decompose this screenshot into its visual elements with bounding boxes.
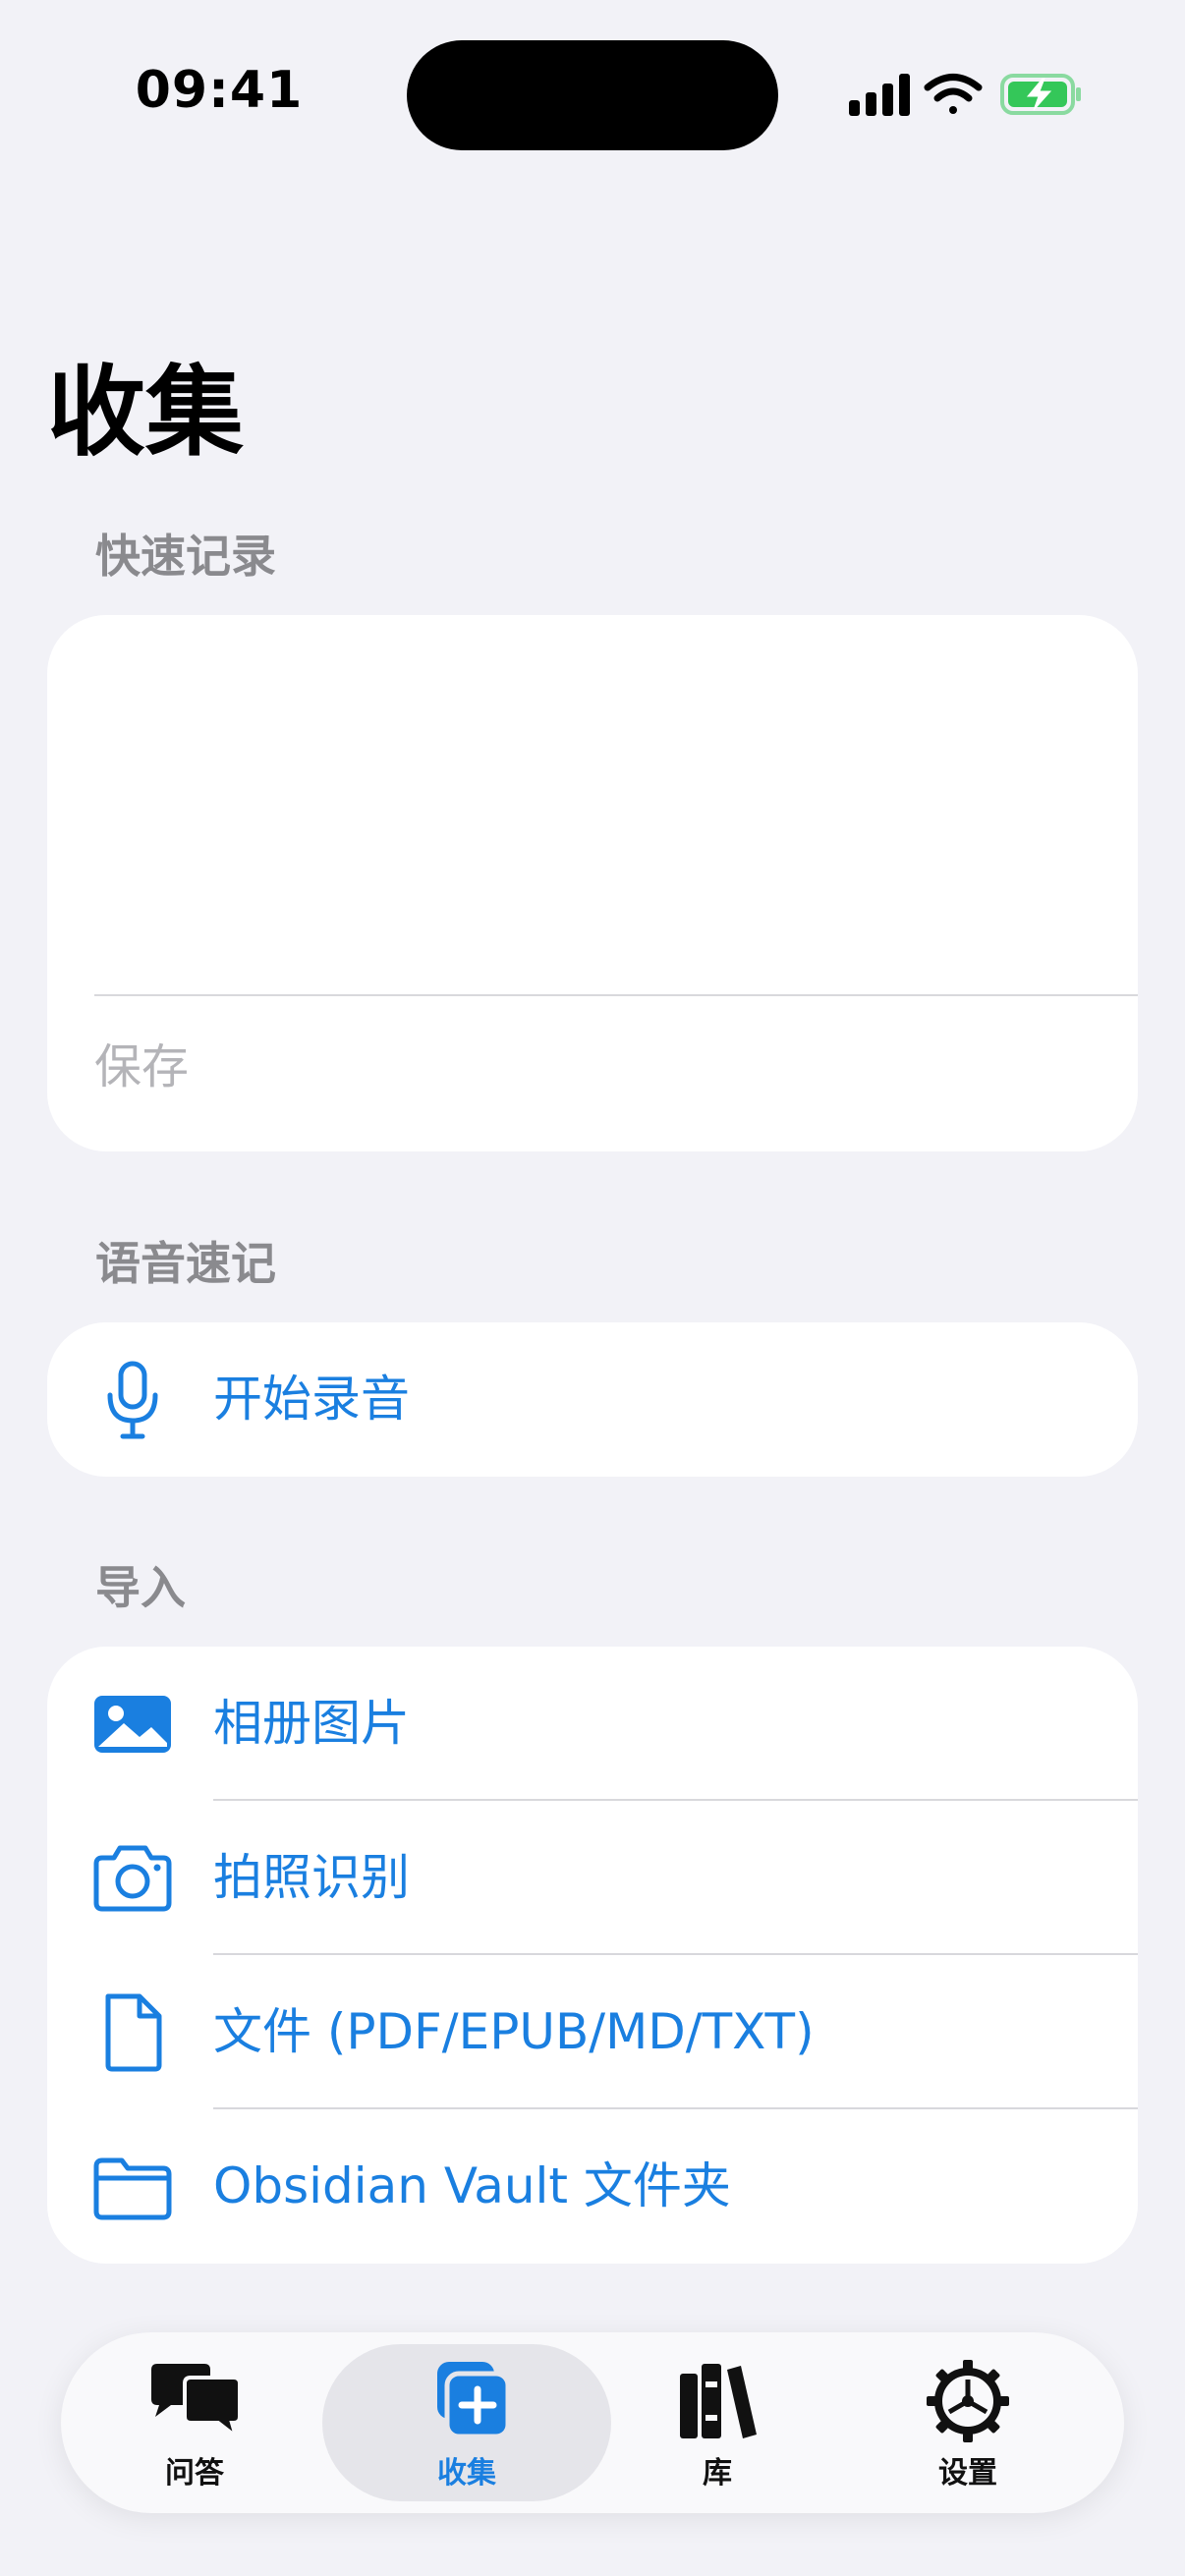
camera-icon [93,1845,172,1912]
status-time: 09:41 [135,61,304,120]
tab-qa[interactable]: 问答 [70,2332,319,2513]
import-card: 相册图片 拍照识别 文件 (PDF/EPUB/MD/TXT) Obsidian … [47,1647,1138,2264]
wifi-icon [924,74,983,114]
start-recording-button[interactable]: 开始录音 [47,1322,1138,1477]
collect-screen: 09:41 收集 快速记录 保存 语音速记 开始录音 导入 相册图片 拍照识别 … [0,0,1185,2576]
quick-note-divider [94,994,1138,996]
import-file-row[interactable]: 文件 (PDF/EPUB/MD/TXT) [47,1955,1138,2109]
tab-label: 库 [703,2456,732,2491]
microphone-icon [107,1361,158,1439]
add-collection-icon [437,2362,511,2439]
import-header: 导入 [95,1561,186,1614]
document-icon [105,1993,162,2072]
import-camera-row[interactable]: 拍照识别 [47,1801,1138,1955]
tab-collect[interactable]: 收集 [342,2332,592,2513]
photo-icon [94,1696,171,1753]
import-file-label: 文件 (PDF/EPUB/MD/TXT) [213,2003,815,2060]
tab-bar: 问答 收集 库 设置 [61,2332,1124,2513]
import-photo-row[interactable]: 相册图片 [47,1647,1138,1801]
start-recording-label: 开始录音 [213,1371,410,1428]
status-icons [849,74,1081,116]
tab-label: 设置 [938,2456,997,2491]
library-books-icon [680,2364,757,2438]
page-title: 收集 [47,355,244,470]
tab-label: 问答 [165,2456,224,2491]
quick-note-textarea[interactable] [94,615,1091,994]
voice-note-header: 语音速记 [95,1237,276,1290]
import-photo-label: 相册图片 [213,1695,410,1752]
import-obsidian-label: Obsidian Vault 文件夹 [213,2157,731,2214]
battery-charging-icon [1000,74,1081,115]
folder-icon [93,2157,172,2220]
import-camera-label: 拍照识别 [213,1849,410,1906]
voice-note-card: 开始录音 [47,1322,1138,1477]
quick-note-header: 快速记录 [95,530,276,583]
save-button[interactable]: 保存 [94,1037,189,1096]
tab-label: 收集 [437,2456,496,2491]
gear-icon [927,2360,1009,2442]
tab-library[interactable]: 库 [592,2332,842,2513]
dynamic-island [407,40,778,150]
cellular-signal-icon [849,74,910,116]
chat-bubbles-icon [151,2364,242,2442]
tab-settings[interactable]: 设置 [843,2332,1093,2513]
import-obsidian-row[interactable]: Obsidian Vault 文件夹 [47,2109,1138,2264]
quick-note-card: 保存 [47,615,1138,1151]
